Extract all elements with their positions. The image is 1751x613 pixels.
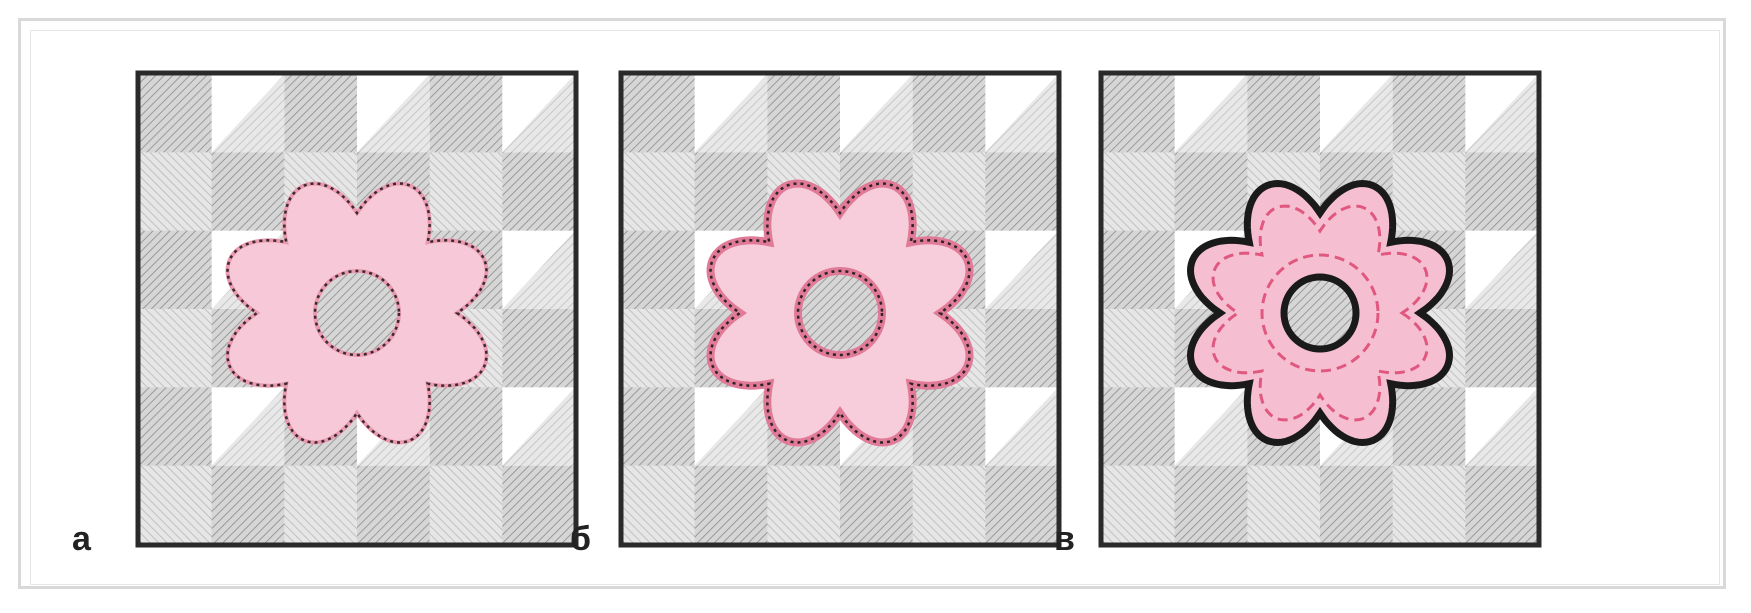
grid-cell [767, 465, 841, 545]
grid-cell [622, 309, 696, 388]
grid-cell [694, 465, 768, 545]
grid-cell [1174, 465, 1248, 545]
grid-cell [622, 465, 696, 545]
grid-cell [622, 152, 696, 232]
grid-cell [284, 74, 358, 153]
panel-c-label: в [1054, 520, 1075, 558]
grid-cell [912, 74, 986, 153]
grid-cell [1247, 74, 1321, 153]
grid-cell [1320, 465, 1394, 545]
panel-b-label: б [570, 520, 592, 558]
grid-cell [1465, 152, 1539, 232]
grid-cell [1102, 152, 1176, 232]
grid-cell [1392, 74, 1466, 153]
grid-cell [1174, 152, 1248, 232]
panel-c-drawing [1098, 70, 1542, 548]
grid-cell [502, 309, 576, 388]
grid-cell [429, 152, 503, 232]
grid-cell [1247, 465, 1321, 545]
grid-cell [139, 74, 213, 153]
grid-cell [1102, 387, 1176, 467]
grid-cell [429, 74, 503, 153]
panel-a-label: а [72, 520, 91, 558]
grid-cell [1392, 465, 1466, 545]
grid-cell [502, 152, 576, 232]
grid-cell [985, 152, 1059, 232]
grid-cell [622, 230, 696, 310]
grid-cell [1392, 387, 1466, 467]
grid-cell [767, 74, 841, 153]
panel-c [1098, 70, 1542, 548]
grid-cell [1102, 230, 1176, 310]
grid-cell [357, 465, 431, 545]
grid-cell [622, 74, 696, 153]
grid-cell [985, 465, 1059, 545]
grid-cell [840, 465, 914, 545]
panel-a-drawing [135, 70, 579, 548]
grid-cell [912, 465, 986, 545]
flower-center-hole [1280, 273, 1360, 353]
grid-cell [1465, 309, 1539, 388]
grid-cell [429, 465, 503, 545]
grid-cell [139, 152, 213, 232]
grid-cell [1102, 74, 1176, 153]
grid-cell [1102, 309, 1176, 388]
grid-cell [912, 152, 986, 232]
grid-cell [211, 152, 285, 232]
panel-b-drawing [618, 70, 1062, 548]
grid-cell [139, 230, 213, 310]
grid-cell [284, 465, 358, 545]
grid-cell [502, 465, 576, 545]
grid-cell [1392, 152, 1466, 232]
grid-cell [211, 465, 285, 545]
grid-cell [139, 387, 213, 467]
grid-cell [912, 387, 986, 467]
grid-cell [985, 309, 1059, 388]
grid-cell [1102, 465, 1176, 545]
grid-cell [429, 387, 503, 467]
grid-cell [139, 309, 213, 388]
grid-cell [622, 387, 696, 467]
panel-b [618, 70, 1062, 548]
grid-cell [139, 465, 213, 545]
grid-cell [1465, 465, 1539, 545]
panel-a [135, 70, 579, 548]
grid-cell [694, 152, 768, 232]
